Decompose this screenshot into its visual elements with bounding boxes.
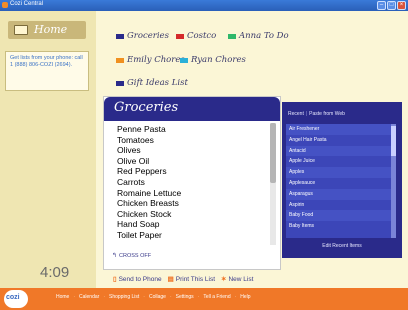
tab-label: Groceries: [127, 31, 169, 41]
tab-label: Emily Chores: [127, 55, 185, 65]
recent-item[interactable]: Aspirin: [286, 200, 396, 211]
home-icon: [14, 25, 28, 35]
nav-help[interactable]: Help: [240, 294, 250, 300]
home-label: Home: [34, 23, 68, 36]
list-item[interactable]: Olive Oil: [117, 156, 269, 167]
tab-label: Costco: [187, 31, 217, 41]
tab-ryan-chores[interactable]: Ryan Chores: [180, 55, 246, 65]
tab-groceries[interactable]: Groceries: [116, 31, 169, 41]
list-item[interactable]: Tomatoes: [117, 135, 269, 146]
nav-home[interactable]: Home: [56, 294, 69, 300]
scrollbar-thumb[interactable]: [391, 126, 396, 156]
recent-item[interactable]: Asparagus: [286, 188, 396, 200]
logo-text: cozi: [6, 294, 20, 301]
recent-item[interactable]: Angel Hair Pasta: [286, 135, 396, 146]
list-item[interactable]: Red Peppers: [117, 166, 269, 177]
recent-tabs: Recent | Paste from Web: [288, 111, 345, 117]
nav-settings[interactable]: Settings: [176, 294, 194, 300]
app-icon: [2, 2, 8, 8]
tab-label: Ryan Chores: [191, 55, 246, 65]
send-to-phone-button[interactable]: ▯ Send to Phone: [113, 275, 162, 284]
tab-anna-to-do[interactable]: Anna To Do: [228, 31, 289, 41]
home-button[interactable]: Home: [8, 21, 86, 39]
title-bar: Cozi Central – □ ×: [0, 0, 408, 11]
cross-off-icon: ↰: [112, 253, 118, 259]
tab-costco[interactable]: Costco: [176, 31, 216, 41]
recent-item[interactable]: Applesauce: [286, 178, 396, 189]
recent-items: Air Freshener Angel Hair Pasta Antacid A…: [286, 124, 396, 232]
window-controls: – □ ×: [377, 1, 406, 10]
bottom-nav-bar: cozi Home · Calendar · Shopping List · Coll…: [0, 288, 408, 310]
list-item[interactable]: Romaine Lettuce: [117, 188, 269, 199]
phone-info-text: Get lists from your phone: call 1 (888) …: [5, 51, 89, 91]
new-list-button[interactable]: ✶ New List: [221, 275, 254, 284]
tab-emily-chores[interactable]: Emily Chores: [116, 55, 185, 65]
nav-separator: ·: [143, 294, 145, 300]
nav-collage[interactable]: Collage: [149, 294, 166, 300]
color-swatch: [176, 33, 184, 39]
tab-label: Anna To Do: [239, 31, 289, 41]
list-item[interactable]: Penne Pasta: [117, 124, 269, 135]
sidebar: Home Get lists from your phone: call 1 (…: [0, 11, 96, 288]
nav-shopping-list[interactable]: Shopping List: [109, 294, 139, 300]
list-item[interactable]: Carrots: [117, 177, 269, 188]
maximize-button[interactable]: □: [387, 1, 396, 10]
recent-item[interactable]: Baby Items: [286, 221, 396, 232]
minimize-button[interactable]: –: [377, 1, 386, 10]
tab-paste-from-web[interactable]: Paste from Web: [309, 111, 345, 117]
print-list-label: Print This List: [175, 275, 216, 283]
cozi-window: Cozi Central – □ × Home Get lists from y…: [0, 0, 408, 310]
nav-separator: ·: [234, 294, 237, 300]
close-button[interactable]: ×: [397, 1, 406, 10]
nav-separator: ·: [197, 294, 200, 300]
list-item[interactable]: Olives: [117, 145, 269, 156]
print-list-button[interactable]: ▤ Print This List: [167, 275, 216, 284]
recent-item[interactable]: Antacid: [286, 145, 396, 157]
scrollbar-thumb[interactable]: [270, 123, 276, 183]
nav-calendar[interactable]: Calendar: [79, 294, 99, 300]
nav-separator: ·: [169, 294, 172, 300]
cross-off-button[interactable]: ↰ CROSS OFF: [112, 252, 151, 259]
recent-item[interactable]: Apple Juice: [286, 156, 396, 167]
cross-off-label: CROSS OFF: [119, 253, 152, 259]
groceries-title: Groceries: [114, 100, 179, 115]
tab-gift-ideas-list[interactable]: Gift Ideas List: [116, 78, 188, 88]
groceries-list-panel: Groceries Penne Pasta Tomatoes Olives Ol…: [103, 96, 281, 270]
list-actions: ▯ Send to Phone ▤ Print This List ✶ New Lis…: [113, 275, 254, 284]
new-list-label: New List: [228, 275, 254, 283]
color-swatch: [116, 57, 124, 63]
recent-item[interactable]: Air Freshener: [286, 124, 396, 135]
window-title: Cozi Central: [10, 1, 44, 7]
print-icon: ▤: [167, 276, 174, 283]
list-item[interactable]: Chicken Breasts: [117, 198, 269, 209]
send-to-phone-label: Send to Phone: [118, 275, 162, 283]
color-swatch: [116, 33, 124, 39]
list-item[interactable]: Hand Soap: [117, 219, 269, 230]
list-item[interactable]: Toilet Paper: [117, 230, 269, 241]
nav-links: Home · Calendar · Shopping List · Collage · …: [56, 294, 251, 300]
nav-separator: ·: [73, 294, 76, 300]
recent-items-panel: Recent | Paste from Web Air Freshener Ange…: [282, 102, 402, 258]
recent-item[interactable]: Baby Food: [286, 210, 396, 222]
color-swatch: [180, 57, 188, 63]
tab-separator: |: [305, 111, 308, 117]
recent-scrollbar[interactable]: [391, 124, 396, 238]
color-swatch: [116, 80, 124, 86]
groceries-scrollbar[interactable]: [270, 123, 276, 245]
tab-label: Gift Ideas List: [127, 78, 188, 88]
groceries-header: Groceries: [104, 97, 280, 121]
recent-items-list: Air Freshener Angel Hair Pasta Antacid A…: [286, 124, 396, 238]
star-icon: ✶: [221, 276, 227, 283]
phone-icon: ▯: [113, 276, 117, 283]
nav-separator: ·: [103, 294, 105, 300]
tab-recent[interactable]: Recent: [288, 111, 304, 117]
recent-item[interactable]: Apples: [286, 167, 396, 178]
cozi-logo: cozi: [4, 290, 28, 308]
nav-tell-a-friend[interactable]: Tell a Friend: [203, 294, 230, 300]
clock: 4:09: [40, 264, 70, 281]
color-swatch: [228, 33, 236, 39]
edit-recent-items-link[interactable]: Edit Recent Items: [282, 243, 402, 249]
list-item[interactable]: Chicken Stock: [117, 209, 269, 220]
groceries-items: Penne Pasta Tomatoes Olives Olive Oil Re…: [117, 124, 269, 246]
